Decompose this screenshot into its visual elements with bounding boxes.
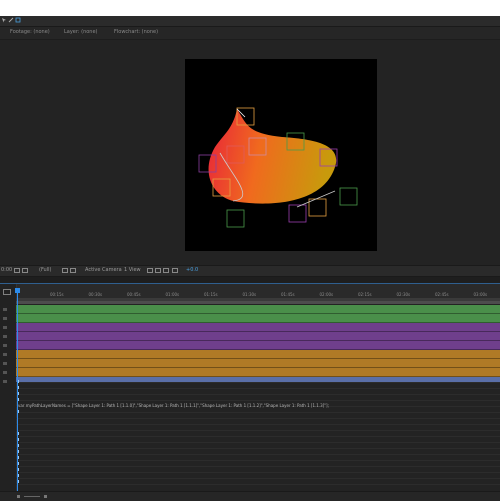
shape-layer[interactable] bbox=[185, 59, 377, 251]
property-row bbox=[16, 412, 500, 413]
property-row bbox=[16, 418, 500, 419]
reset-exposure-icon[interactable] bbox=[155, 268, 161, 273]
comp-settings-icon[interactable] bbox=[3, 289, 11, 295]
flowchart-icon[interactable] bbox=[172, 268, 178, 273]
time-tick-label: 03:00s bbox=[473, 292, 488, 297]
layer-switch-icon[interactable] bbox=[3, 353, 7, 356]
viewer-controls: 0:00 (Full) Active Camera 1 View +0.0 bbox=[0, 265, 500, 277]
time-tick-label: 00:30s bbox=[88, 292, 103, 297]
layer-switch-icon[interactable] bbox=[3, 362, 7, 365]
time-tick-label: 02:30s bbox=[396, 292, 411, 297]
property-row bbox=[16, 436, 500, 437]
layer-track[interactable] bbox=[16, 359, 500, 368]
layer-switch-icon[interactable] bbox=[3, 371, 7, 374]
zoom-select[interactable]: (Full) bbox=[39, 267, 51, 273]
composition-canvas[interactable] bbox=[185, 59, 377, 251]
timecode[interactable]: 0:00 bbox=[1, 267, 12, 273]
layer-track[interactable] bbox=[16, 314, 500, 323]
arrow-icon[interactable] bbox=[1, 17, 7, 23]
layer-track[interactable] bbox=[16, 350, 500, 359]
layer-switch-icon[interactable] bbox=[3, 380, 7, 383]
layer-switch-icon[interactable] bbox=[3, 326, 7, 329]
time-tick-label: 01:00s bbox=[165, 292, 180, 297]
time-tick-label: 00:45s bbox=[127, 292, 141, 297]
zoom-slider[interactable] bbox=[24, 496, 40, 497]
layer-track[interactable] bbox=[16, 341, 500, 350]
panel-tabs: Footage: (none) Layer: (none) Flowchart:… bbox=[0, 27, 500, 40]
exposure-value[interactable]: +0.0 bbox=[186, 267, 198, 273]
layer-switch-icon[interactable] bbox=[3, 308, 7, 311]
timeline-tab-bar bbox=[0, 277, 500, 284]
layer-track[interactable] bbox=[16, 332, 500, 341]
view-options-icon[interactable] bbox=[147, 268, 153, 273]
time-tick-label: 02:00s bbox=[319, 292, 334, 297]
layer-track[interactable] bbox=[16, 368, 500, 377]
top-margin bbox=[0, 0, 500, 16]
gradient-shape[interactable] bbox=[208, 109, 337, 204]
layer-track[interactable] bbox=[16, 305, 500, 314]
property-row bbox=[16, 394, 500, 395]
anchor-icon[interactable] bbox=[15, 17, 21, 23]
3d-icon[interactable] bbox=[163, 268, 169, 273]
toolbar bbox=[0, 16, 500, 27]
property-row bbox=[16, 448, 500, 449]
property-row bbox=[16, 460, 500, 461]
tab-footage[interactable]: Footage: (none) bbox=[10, 29, 50, 35]
property-row bbox=[16, 472, 500, 473]
property-row bbox=[16, 478, 500, 479]
property-row bbox=[16, 382, 500, 383]
pen-icon[interactable] bbox=[8, 17, 14, 23]
property-row bbox=[16, 484, 500, 485]
playhead-handle[interactable] bbox=[15, 288, 20, 293]
tab-flowchart[interactable]: Flowchart: (none) bbox=[114, 29, 158, 35]
time-tick-label: 02:15s bbox=[358, 292, 372, 297]
time-tick-label: 01:30s bbox=[242, 292, 257, 297]
color-icon[interactable] bbox=[22, 268, 28, 273]
zoom-out-icon[interactable] bbox=[17, 495, 20, 498]
layer-track[interactable] bbox=[16, 323, 500, 332]
layer-switch-icon[interactable] bbox=[3, 344, 7, 347]
playhead[interactable] bbox=[17, 288, 18, 500]
layer-switch-icon[interactable] bbox=[3, 335, 7, 338]
layer-switch-icon[interactable] bbox=[3, 317, 7, 320]
time-tick-label: 01:45s bbox=[281, 292, 295, 297]
property-row bbox=[16, 388, 500, 389]
work-area-bar[interactable] bbox=[16, 301, 500, 304]
time-tick-label: 02:45s bbox=[435, 292, 449, 297]
transparency-icon[interactable] bbox=[70, 268, 76, 273]
view-select[interactable]: 1 View bbox=[124, 267, 141, 273]
zoom-in-icon[interactable] bbox=[44, 495, 47, 498]
property-row bbox=[16, 430, 500, 431]
time-tick-label: 00:15s bbox=[50, 292, 64, 297]
time-tick-label: 01:15s bbox=[204, 292, 218, 297]
camera-select[interactable]: Active Camera bbox=[85, 267, 122, 273]
property-row bbox=[16, 442, 500, 443]
property-row bbox=[16, 424, 500, 425]
region-icon[interactable] bbox=[62, 268, 68, 273]
property-row bbox=[16, 454, 500, 455]
expression-text[interactable]: var myPathLayerNames = ["Shape Layer 1: … bbox=[18, 403, 329, 408]
property-row bbox=[16, 466, 500, 467]
property-row bbox=[16, 400, 500, 401]
snapshot-icon[interactable] bbox=[14, 268, 20, 273]
tab-layer[interactable]: Layer: (none) bbox=[64, 29, 98, 35]
